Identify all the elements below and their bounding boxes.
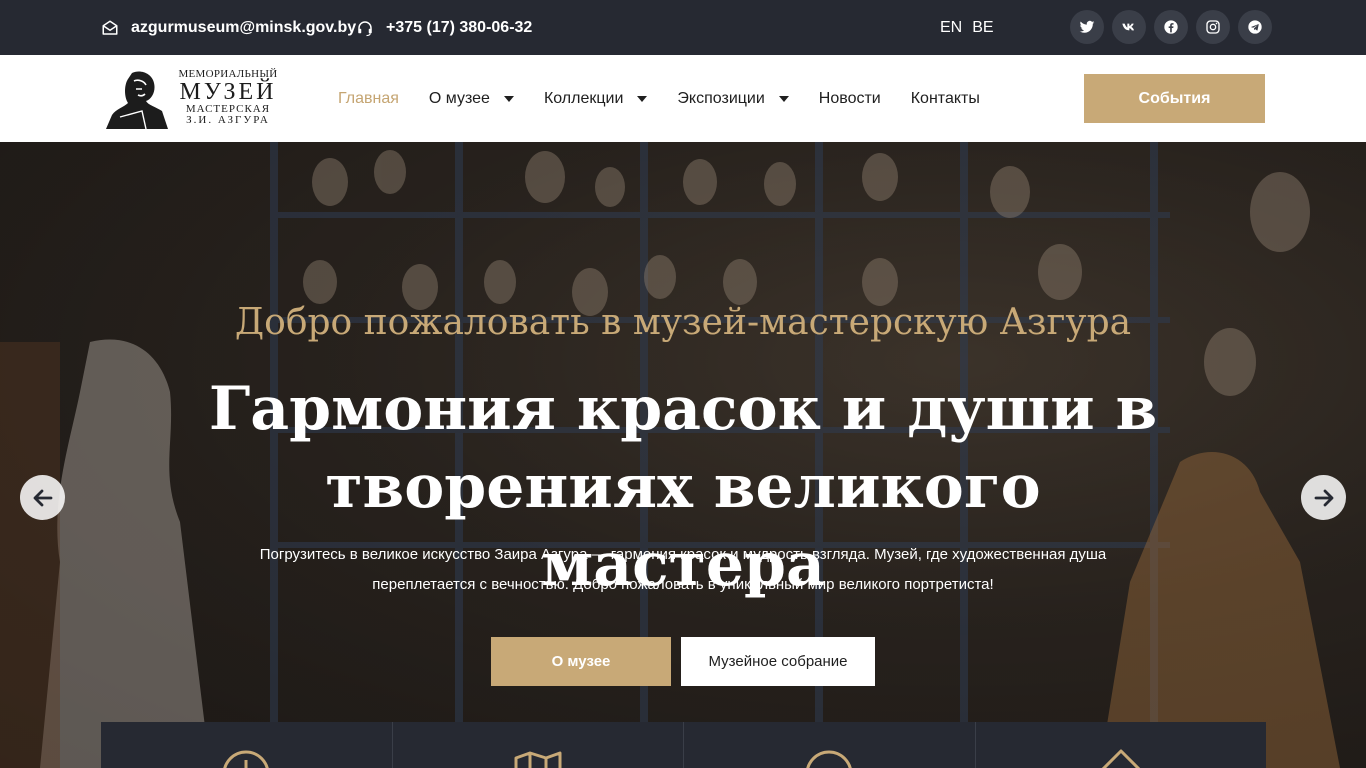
language-switcher: EN BE [940, 0, 994, 55]
hero-subtitle: Добро пожаловать в музей-мастерскую Азгу… [234, 302, 1132, 343]
hero-title-line-1: Гармония красок и души в [208, 374, 1158, 444]
hero-slider: Добро пожаловать в музей-мастерскую Азгу… [0, 142, 1366, 768]
about-museum-button[interactable]: О музее [491, 637, 671, 686]
nav-label-about: О музее [428, 89, 490, 107]
headset-icon [358, 20, 372, 36]
sculptor-portrait-icon [106, 71, 168, 130]
vk-icon [1122, 23, 1134, 31]
arrow-right-icon [1314, 489, 1333, 506]
hero-description: Погрузитесь в великое искусство Заира Аз… [213, 540, 1153, 600]
nav-item-home[interactable]: Главная [338, 90, 399, 108]
logo-line-4: З.И. АЗГУРА [186, 114, 270, 126]
main-header: МЕМОРИАЛЬНЫЙ МУЗЕЙ МАСТЕРСКАЯ З.И. АЗГУР… [0, 55, 1366, 142]
nav-label-news: Новости [818, 89, 881, 107]
hero-description-line-2: переплетается с вечностью. Добро пожалов… [372, 576, 994, 593]
feature-hours[interactable] [101, 722, 393, 768]
hero-description-line-1: Погрузитесь в великое искусство Заира Аз… [259, 546, 1107, 563]
museum-logo[interactable]: МЕМОРИАЛЬНЫЙ МУЗЕЙ МАСТЕРСКАЯ З.И. АЗГУР… [102, 67, 282, 131]
instagram-link[interactable] [1196, 10, 1230, 44]
facebook-link[interactable] [1154, 10, 1188, 44]
slider-prev-button[interactable] [20, 475, 65, 520]
telegram-icon [1248, 20, 1262, 34]
nav-item-news[interactable]: Новости [819, 90, 881, 108]
mail-icon [102, 20, 118, 35]
nav-item-collections[interactable]: Коллекции [543, 89, 648, 108]
feature-map[interactable] [393, 722, 684, 768]
features-strip [101, 722, 1266, 768]
map-icon [514, 751, 562, 768]
email-text: azgurmuseum@minsk.gov.by [131, 18, 357, 36]
twitter-icon [1079, 20, 1095, 33]
telegram-link[interactable] [1238, 10, 1272, 44]
vk-link[interactable] [1112, 10, 1146, 44]
instagram-icon [1206, 20, 1220, 34]
lang-en[interactable]: EN [940, 19, 962, 37]
facebook-icon [1164, 20, 1178, 34]
twitter-link[interactable] [1070, 10, 1104, 44]
nav-label-home: Главная [338, 89, 399, 107]
nav-label-contacts: Контакты [910, 89, 980, 107]
lang-be[interactable]: BE [972, 19, 993, 37]
feature-tours[interactable] [684, 722, 976, 768]
circle-icon [806, 750, 852, 768]
logo-text: МЕМОРИАЛЬНЫЙ МУЗЕЙ МАСТЕРСКАЯ З.И. АЗГУР… [175, 69, 281, 126]
email-link[interactable]: azgurmuseum@minsk.gov.by [101, 0, 356, 55]
phone-link[interactable]: +375 (17) 380-06-32 [356, 0, 532, 55]
nav-label-expositions: Экспозиции [677, 89, 765, 107]
events-button[interactable]: События [1084, 74, 1265, 123]
nav-label-collections: Коллекции [543, 89, 624, 107]
phone-text: +375 (17) 380-06-32 [386, 18, 533, 36]
diamond-icon [1101, 749, 1140, 768]
nav-item-expositions[interactable]: Экспозиции [677, 89, 789, 108]
top-bar: azgurmuseum@minsk.gov.by +375 (17) 380-0… [0, 0, 1366, 55]
clock-icon [223, 750, 269, 768]
chevron-down-icon [503, 95, 514, 102]
feature-tickets[interactable] [976, 722, 1267, 768]
slider-next-button[interactable] [1301, 475, 1346, 520]
chevron-down-icon [778, 95, 789, 102]
social-links [1070, 10, 1272, 44]
arrow-left-icon [33, 489, 52, 506]
nav-item-about[interactable]: О музее [429, 90, 514, 108]
nav-item-contacts[interactable]: Контакты [911, 90, 980, 108]
chevron-down-icon [637, 95, 648, 102]
museum-collection-button[interactable]: Музейное собрание [681, 637, 875, 686]
logo-line-2: МУЗЕЙ [179, 79, 277, 105]
main-nav: Главная О музее Коллекции Экспозиции Нов… [338, 55, 1010, 142]
